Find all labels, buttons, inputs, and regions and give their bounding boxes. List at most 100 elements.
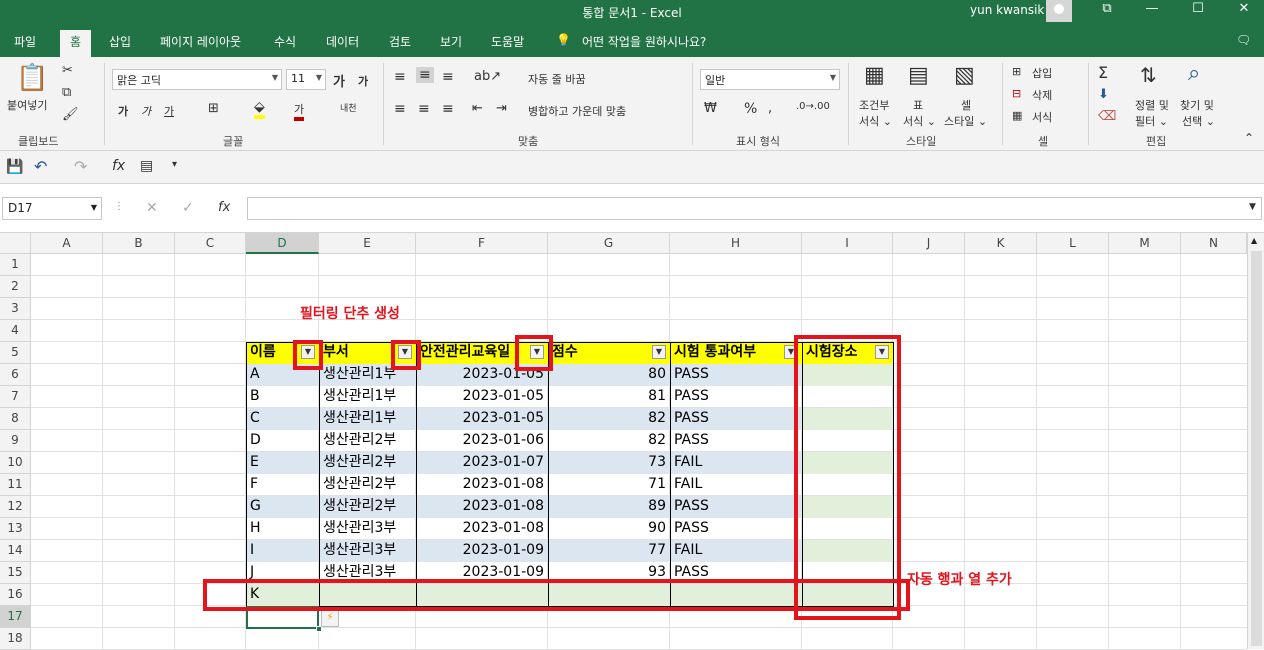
column-header-d[interactable]: D	[246, 233, 319, 254]
column-header-a[interactable]: A	[31, 233, 103, 254]
column-header-k[interactable]: K	[965, 233, 1037, 254]
font-name-select[interactable]: 맑은 고딕 ▼	[112, 69, 282, 90]
underline-button[interactable]: 가	[164, 103, 174, 119]
fill-color-icon[interactable]: ⬙	[254, 99, 265, 119]
row-header-8[interactable]: 8	[0, 408, 31, 430]
sort-filter-line2[interactable]: 필터 ⌄	[1135, 113, 1168, 129]
row-header-13[interactable]: 13	[0, 518, 31, 540]
undo-icon[interactable]: ↶	[34, 157, 47, 176]
column-header-j[interactable]: J	[893, 233, 965, 254]
expand-formula-icon[interactable]: ▼	[1249, 202, 1256, 212]
delete-cells-button[interactable]: 삭제	[1032, 87, 1052, 103]
cancel-icon[interactable]: ✕	[146, 200, 158, 216]
paste-icon[interactable]: 📋	[16, 63, 48, 93]
name-box[interactable]: D17 ▼	[2, 197, 102, 220]
sort-filter-line1[interactable]: 정렬 및	[1135, 97, 1169, 113]
tab-formulas[interactable]: 수식	[274, 33, 296, 50]
customize-qat-icon[interactable]: ▾	[172, 159, 177, 170]
redo-icon[interactable]: ↷	[74, 157, 87, 176]
row-header-2[interactable]: 2	[0, 276, 31, 298]
row-header-12[interactable]: 12	[0, 496, 31, 518]
copy-icon[interactable]: ⧉	[62, 85, 71, 100]
find-select-line2[interactable]: 선택 ⌄	[1182, 113, 1215, 129]
percent-button[interactable]: %	[744, 101, 757, 117]
format-painter-icon[interactable]: 🖌	[62, 107, 79, 122]
decrease-indent-icon[interactable]: ⇤	[472, 101, 483, 116]
italic-button[interactable]: 가	[141, 103, 151, 119]
shrink-font-button[interactable]: 가	[358, 73, 368, 89]
bold-button[interactable]: 가	[118, 103, 128, 119]
conditional-format-icon[interactable]: ▦	[864, 63, 885, 88]
insert-cells-icon[interactable]: ⊞	[1012, 65, 1021, 78]
delete-cells-icon[interactable]: ⊟	[1012, 87, 1021, 100]
comma-style-icon[interactable]: ,	[768, 101, 772, 116]
insert-function-icon[interactable]: fx	[112, 158, 125, 174]
align-bottom-icon[interactable]: ≡	[442, 69, 454, 85]
merge-center-button[interactable]: 병합하고 가운데 맞춤	[528, 103, 626, 119]
comments-icon[interactable]: 🗨	[1236, 33, 1251, 47]
row-header-5[interactable]: 5	[0, 342, 31, 364]
row-header-14[interactable]: 14	[0, 540, 31, 562]
conditional-format-line1[interactable]: 조건부	[859, 97, 889, 113]
align-center-icon[interactable]: ≡	[418, 101, 430, 117]
align-left-icon[interactable]: ≡	[394, 101, 406, 117]
column-header-b[interactable]: B	[103, 233, 175, 254]
row-header-17[interactable]: 17	[0, 606, 31, 628]
tab-review[interactable]: 검토	[389, 33, 411, 50]
grow-font-button[interactable]: 가	[333, 71, 345, 90]
column-header-e[interactable]: E	[319, 233, 416, 254]
increase-indent-icon[interactable]: ⇥	[496, 101, 507, 116]
format-table-line2[interactable]: 서식 ⌄	[903, 113, 936, 129]
row-header-1[interactable]: 1	[0, 254, 31, 276]
column-header-i[interactable]: I	[802, 233, 893, 254]
collapse-ribbon-icon[interactable]: ⌃	[1244, 131, 1254, 145]
form-icon[interactable]: ▤	[140, 158, 153, 174]
borders-icon[interactable]: ⊞	[208, 101, 219, 116]
close-button[interactable]: ✕	[1234, 1, 1254, 16]
autocorrect-options-icon[interactable]: ⚡	[321, 609, 339, 627]
row-header-9[interactable]: 9	[0, 430, 31, 452]
row-header-18[interactable]: 18	[0, 628, 31, 650]
formula-input[interactable]	[247, 197, 1262, 220]
tab-insert[interactable]: 삽입	[109, 33, 131, 50]
maximize-button[interactable]: ☐	[1188, 1, 1208, 16]
column-header-f[interactable]: F	[416, 233, 548, 254]
scroll-up-icon[interactable]: ▲	[1251, 236, 1257, 245]
align-top-icon[interactable]: ≡	[394, 69, 406, 85]
tab-help[interactable]: 도움말	[491, 33, 524, 50]
number-format-select[interactable]: 일반 ▼	[700, 69, 840, 90]
increase-decimal-icon[interactable]: .0→.00	[796, 101, 830, 112]
tab-file[interactable]: 파일	[14, 33, 36, 50]
save-icon[interactable]: 💾	[6, 159, 23, 175]
vertical-scrollbar[interactable]: ▲	[1247, 233, 1264, 649]
autosum-icon[interactable]: Σ	[1098, 63, 1108, 82]
row-header-4[interactable]: 4	[0, 320, 31, 342]
format-table-line1[interactable]: 표	[913, 97, 923, 113]
orientation-icon[interactable]: ab↗	[474, 69, 501, 84]
tab-home[interactable]: 홈	[60, 30, 92, 57]
row-header-10[interactable]: 10	[0, 452, 31, 474]
currency-icon[interactable]: ₩	[704, 101, 717, 116]
cut-icon[interactable]: ✂	[62, 63, 73, 78]
column-header-g[interactable]: G	[548, 233, 670, 254]
row-header-7[interactable]: 7	[0, 386, 31, 408]
cell-styles-line1[interactable]: 셀	[961, 97, 971, 113]
insert-function-button[interactable]: fx	[218, 200, 230, 215]
find-select-icon[interactable]: ⌕	[1188, 61, 1200, 86]
column-header-m[interactable]: M	[1109, 233, 1181, 254]
user-name[interactable]: yun kwansik	[970, 3, 1044, 17]
tell-me-search[interactable]: 어떤 작업을 원하시나요?	[582, 33, 706, 50]
ribbon-display-icon[interactable]: ⧉	[1097, 1, 1117, 16]
row-header-16[interactable]: 16	[0, 584, 31, 606]
tab-view[interactable]: 보기	[440, 33, 462, 50]
enter-icon[interactable]: ✓	[182, 200, 194, 216]
cell-styles-line2[interactable]: 스타일 ⌄	[944, 113, 987, 129]
column-header-l[interactable]: L	[1037, 233, 1109, 254]
column-header-c[interactable]: C	[175, 233, 246, 254]
find-select-line1[interactable]: 찾기 및	[1180, 97, 1214, 113]
select-all-corner[interactable]	[0, 233, 31, 254]
format-table-icon[interactable]: ▤	[908, 63, 929, 88]
minimize-button[interactable]: —	[1142, 1, 1162, 16]
avatar[interactable]	[1046, 0, 1072, 22]
phonetic-button[interactable]: 내천	[340, 101, 357, 114]
